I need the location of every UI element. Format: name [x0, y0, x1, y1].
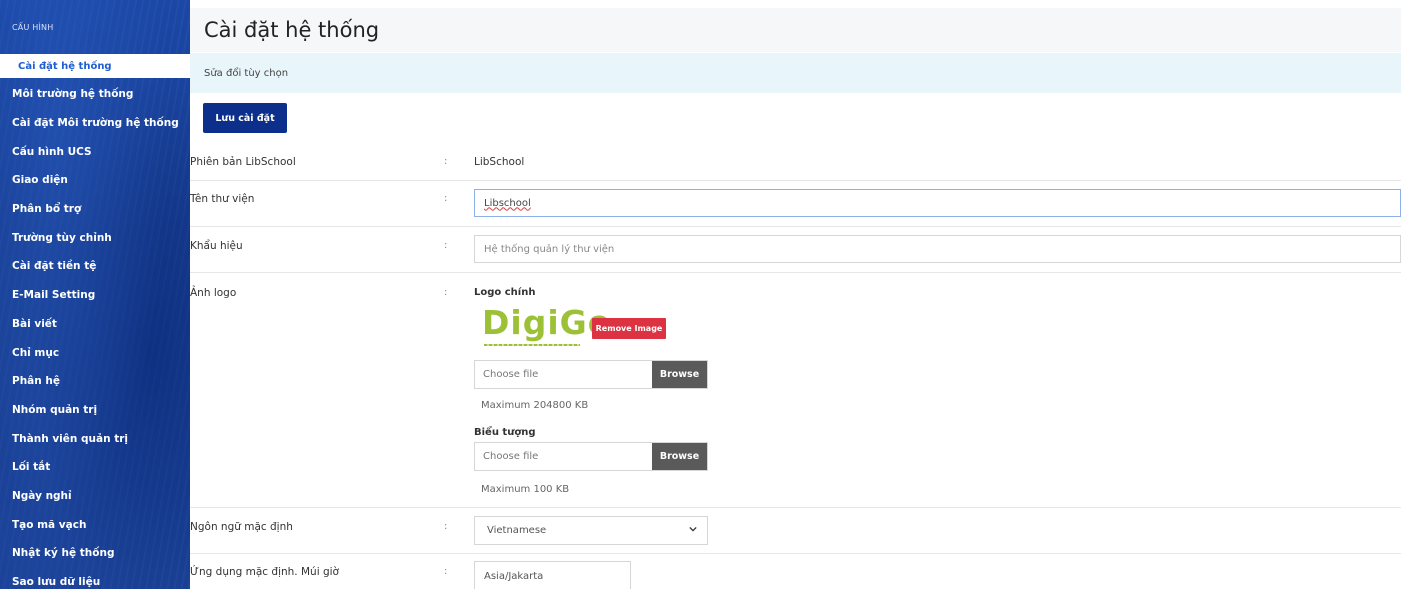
- row-language: Ngôn ngữ mặc định : Vietnamese: [190, 508, 1401, 554]
- row-logo: Ảnh logo : Logo chính: [190, 273, 1401, 508]
- icon-file-placeholder[interactable]: Choose file: [475, 443, 652, 470]
- language-colon: :: [444, 521, 448, 532]
- sidebar-item-articles[interactable]: Bài viết: [0, 310, 190, 339]
- main-logo-max-size: Maximum 204800 KB: [481, 400, 589, 411]
- logo-label: Ảnh logo: [190, 287, 237, 299]
- icon-label: Biểu tượng: [474, 427, 536, 438]
- version-colon: :: [444, 156, 448, 167]
- timezone-value: Asia/Jakarta: [484, 570, 544, 582]
- sidebar-item-currency[interactable]: Cài đặt tiền tệ: [0, 252, 190, 281]
- main-logo-file-input[interactable]: Choose file Browse: [474, 360, 708, 389]
- sidebar-item-system-settings[interactable]: Cài đặt hệ thống: [0, 54, 190, 78]
- version-value: LibSchool: [474, 156, 525, 168]
- sidebar-item-environment-settings[interactable]: Cài đặt Môi trường hệ thống: [0, 109, 190, 138]
- row-timezone: Ứng dụng mặc định. Múi giờ : Asia/Jakart…: [190, 554, 1401, 589]
- logo-colon: :: [444, 287, 448, 298]
- sidebar-item-email-setting[interactable]: E-Mail Setting: [0, 281, 190, 310]
- main-logo-label: Logo chính: [474, 287, 536, 298]
- library-name-colon: :: [444, 193, 448, 204]
- main-logo-browse-button[interactable]: Browse: [652, 361, 707, 388]
- row-library-name: Tên thư viện : Libschool: [190, 181, 1401, 227]
- sidebar-item-admin-groups[interactable]: Nhóm quản trị: [0, 396, 190, 425]
- logo-underline: [484, 344, 580, 346]
- slogan-colon: :: [444, 240, 448, 251]
- timezone-label: Ứng dụng mặc định. Múi giờ: [190, 566, 339, 578]
- sidebar-header: CẤU HÌNH: [12, 22, 54, 32]
- library-name-value: Libschool: [484, 197, 531, 209]
- library-name-input[interactable]: Libschool: [474, 189, 1401, 217]
- main-logo-file-placeholder[interactable]: Choose file: [475, 361, 652, 388]
- sidebar-item-system-environment[interactable]: Môi trường hệ thống: [0, 80, 190, 109]
- sidebar-item-ucs-config[interactable]: Cấu hình UCS: [0, 137, 190, 166]
- language-value: Vietnamese: [487, 525, 547, 536]
- main-content: Cài đặt hệ thống Sửa đổi tùy chọn Lưu cà…: [190, 8, 1401, 589]
- sidebar-item-shortcuts[interactable]: Lối tắt: [0, 453, 190, 482]
- slogan-input[interactable]: Hệ thống quản lý thư viện: [474, 235, 1401, 263]
- remove-image-button[interactable]: Remove Image: [592, 318, 666, 339]
- slogan-placeholder: Hệ thống quản lý thư viện: [484, 243, 615, 255]
- logo-preview: DigiGo Remove Image: [482, 305, 682, 355]
- title-bar: Cài đặt hệ thống: [190, 8, 1401, 52]
- sidebar-item-holidays[interactable]: Ngày nghỉ: [0, 482, 190, 511]
- sidebar-item-admin-members[interactable]: Thành viên quản trị: [0, 424, 190, 453]
- timezone-input[interactable]: Asia/Jakarta: [474, 561, 631, 589]
- icon-max-size: Maximum 100 KB: [481, 484, 570, 495]
- subtitle-bar: Sửa đổi tùy chọn: [190, 53, 1401, 93]
- version-label: Phiên bản LibSchool: [190, 156, 296, 168]
- sidebar-item-barcode[interactable]: Tạo mã vạch: [0, 510, 190, 539]
- row-slogan: Khẩu hiệu : Hệ thống quản lý thư viện: [190, 227, 1401, 273]
- sidebar-item-index[interactable]: Chỉ mục: [0, 338, 190, 367]
- chevron-down-icon: [689, 526, 697, 532]
- save-settings-button[interactable]: Lưu cài đặt: [203, 103, 287, 133]
- sidebar-item-interface[interactable]: Giao diện: [0, 166, 190, 195]
- sidebar-item-system-log[interactable]: Nhật ký hệ thống: [0, 539, 190, 568]
- icon-browse-button[interactable]: Browse: [652, 443, 707, 470]
- sidebar: CẤU HÌNH Cài đặt hệ thống Môi trường hệ …: [0, 0, 190, 589]
- slogan-label: Khẩu hiệu: [190, 240, 243, 252]
- library-name-label: Tên thư viện: [190, 193, 255, 205]
- language-label: Ngôn ngữ mặc định: [190, 521, 293, 533]
- sidebar-item-modules[interactable]: Phân hệ: [0, 367, 190, 396]
- sidebar-item-custom-fields[interactable]: Trường tùy chỉnh: [0, 223, 190, 252]
- sidebar-item-backup[interactable]: Sao lưu dữ liệu: [0, 568, 190, 589]
- icon-file-input[interactable]: Choose file Browse: [474, 442, 708, 471]
- timezone-colon: :: [444, 566, 448, 577]
- row-version: Phiên bản LibSchool : LibSchool: [190, 145, 1401, 181]
- page-title: Cài đặt hệ thống: [204, 18, 380, 42]
- sidebar-item-plugins[interactable]: Phân bổ trợ: [0, 195, 190, 224]
- language-select[interactable]: Vietnamese: [474, 516, 708, 545]
